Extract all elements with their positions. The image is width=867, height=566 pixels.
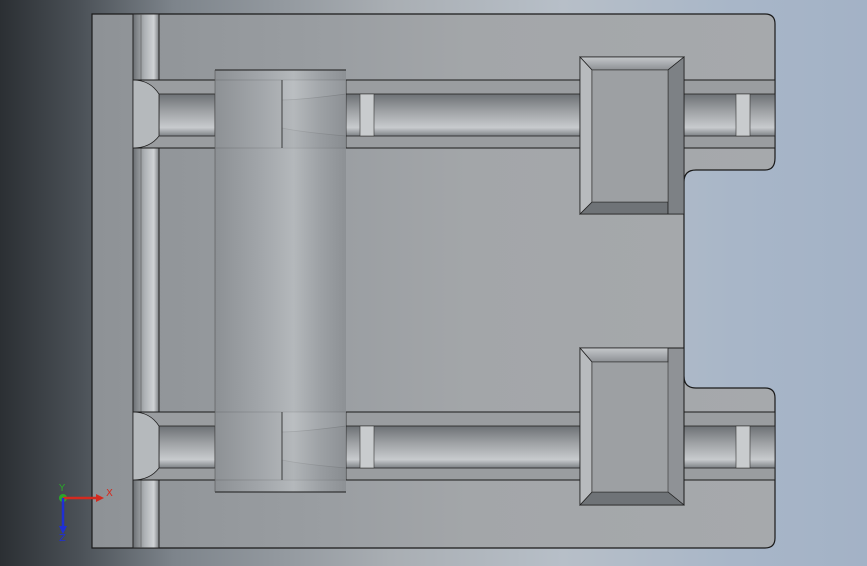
- coordinate-triad: X Y Z: [58, 483, 113, 542]
- cad-model-svg[interactable]: [0, 0, 867, 562]
- graphics-viewport[interactable]: [0, 0, 867, 562]
- cylindrical-boss: [214, 69, 346, 493]
- upper-pocket: [579, 55, 686, 215]
- x-axis-label: X: [106, 488, 113, 499]
- lower-pocket: [579, 346, 686, 507]
- y-axis-label: Y: [58, 483, 66, 494]
- z-axis-label: Z: [59, 533, 66, 542]
